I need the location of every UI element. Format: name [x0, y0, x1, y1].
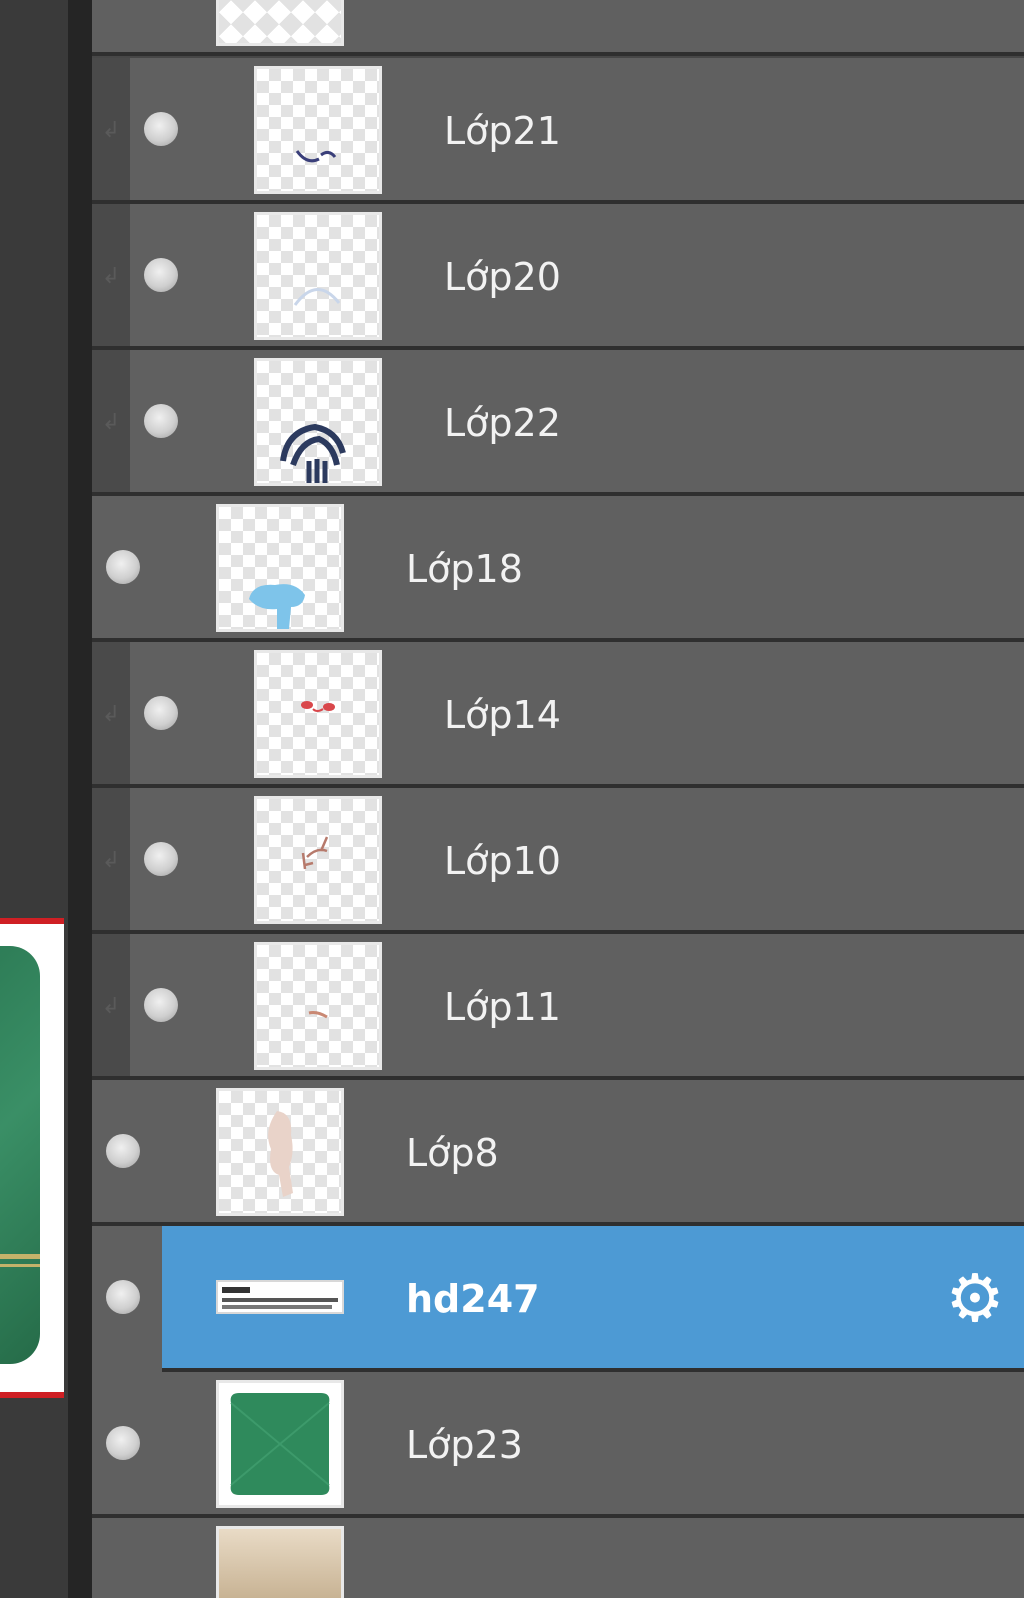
layer-row[interactable]: Lớp10	[130, 788, 1024, 934]
layer-row[interactable]: Lớp11	[130, 934, 1024, 1080]
clipping-arrow-icon: ↲	[101, 848, 121, 873]
layer-name: Lớp20	[444, 255, 561, 299]
layer-name: Lớp14	[444, 693, 561, 737]
layer-thumbnail	[216, 1280, 344, 1314]
layer-name: hd247	[406, 1277, 540, 1321]
layer-thumbnail	[254, 66, 382, 194]
canvas-gold-stripe	[0, 1264, 40, 1267]
layer-row[interactable]: Lớp23	[92, 1372, 1024, 1518]
layer-thumbnail	[216, 504, 344, 632]
layer-thumbnail	[254, 358, 382, 486]
clipping-arrow-icon: ↲	[101, 410, 121, 435]
eye-dot-icon[interactable]	[144, 112, 178, 146]
layer-row[interactable]: Lớp21	[130, 58, 1024, 204]
layer-name: Lớp18	[406, 547, 523, 591]
clip-gutter: ↲	[92, 642, 130, 788]
canvas-area[interactable]	[0, 0, 68, 1598]
clip-gutter: ↲	[92, 58, 130, 204]
layer-thumbnail	[216, 0, 344, 46]
clip-gutter: ↲	[92, 350, 130, 496]
layer-row[interactable]: Lớp20	[130, 204, 1024, 350]
eye-dot-icon[interactable]	[106, 550, 140, 584]
layer-row[interactable]: Lớp14	[130, 642, 1024, 788]
clip-gutter: ↲	[92, 934, 130, 1080]
eye-dot-icon[interactable]	[144, 842, 178, 876]
layer-name: Lớp23	[406, 1423, 523, 1467]
eye-dot-icon[interactable]	[144, 696, 178, 730]
layer-name: Lớp8	[406, 1131, 499, 1175]
eye-cell	[92, 1226, 162, 1372]
clip-gutter: ↲	[92, 204, 130, 350]
layer-row-selected[interactable]: hd247 ⚙	[92, 1226, 1024, 1372]
app-root: ↲ Lớp21 ↲ Lớp20 ↲ Lớp22 Lớp18 ↲ Lớp14 ↲ …	[0, 0, 1024, 1598]
layers-panel: ↲ Lớp21 ↲ Lớp20 ↲ Lớp22 Lớp18 ↲ Lớp14 ↲ …	[92, 0, 1024, 1598]
eye-dot-icon[interactable]	[106, 1280, 140, 1314]
canvas-gold-stripe	[0, 1254, 40, 1259]
clip-gutter: ↲	[92, 788, 130, 934]
layer-thumbnail	[254, 650, 382, 778]
clipping-arrow-icon: ↲	[101, 994, 121, 1019]
layer-thumbnail	[254, 212, 382, 340]
panel-divider[interactable]	[68, 0, 92, 1598]
layer-row[interactable]: Lớp18	[92, 496, 1024, 642]
layer-name: Lớp11	[444, 985, 561, 1029]
eye-dot-icon[interactable]	[144, 404, 178, 438]
layer-thumbnail	[216, 1088, 344, 1216]
clipping-arrow-icon: ↲	[101, 702, 121, 727]
layer-name: Lớp22	[444, 401, 561, 445]
gear-icon[interactable]: ⚙	[940, 1264, 1010, 1334]
layer-thumbnail	[216, 1526, 344, 1598]
layer-name: Lớp21	[444, 109, 561, 153]
eye-dot-icon[interactable]	[106, 1134, 140, 1168]
clipping-arrow-icon: ↲	[101, 118, 121, 143]
eye-dot-icon[interactable]	[144, 258, 178, 292]
canvas-artwork-preview	[0, 918, 64, 1398]
layer-thumbnail	[254, 796, 382, 924]
eye-dot-icon[interactable]	[106, 1426, 140, 1460]
layer-row[interactable]: Lớp22	[130, 350, 1024, 496]
layer-thumbnail	[216, 1380, 344, 1508]
layer-thumbnail	[254, 942, 382, 1070]
eye-dot-icon[interactable]	[144, 988, 178, 1022]
layer-row-partial[interactable]	[92, 1518, 1024, 1598]
layer-row[interactable]: Lớp8	[92, 1080, 1024, 1226]
clipping-arrow-icon: ↲	[101, 264, 121, 289]
canvas-green-shape	[0, 946, 40, 1364]
layer-name: Lớp10	[444, 839, 561, 883]
